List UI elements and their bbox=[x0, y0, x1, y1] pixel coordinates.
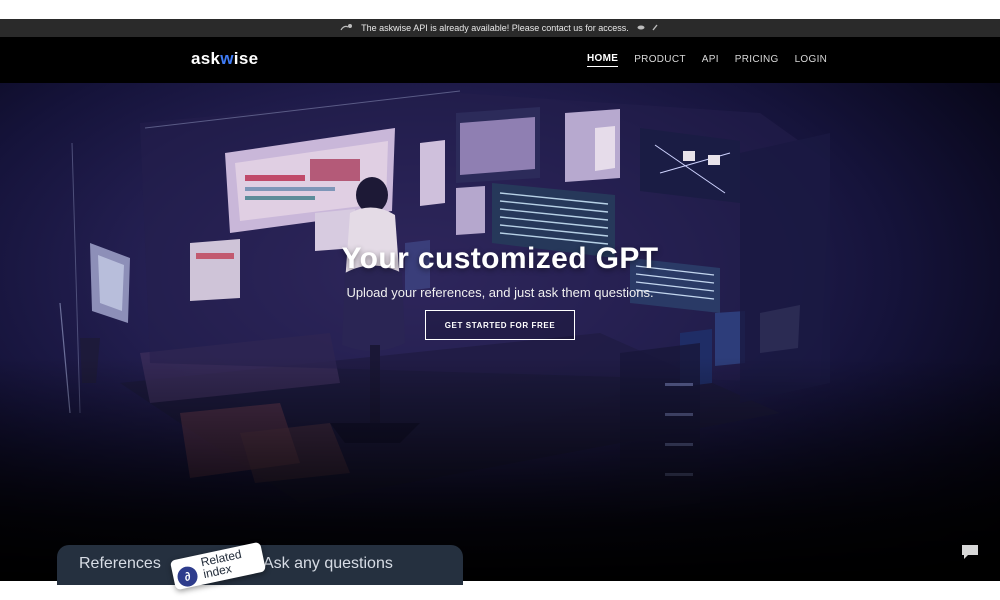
feature-card-ask: Ask any questions bbox=[263, 555, 393, 572]
get-started-button[interactable]: GET STARTED FOR FREE bbox=[425, 310, 575, 340]
chat-bubble-icon bbox=[962, 545, 978, 559]
chat-widget-button[interactable] bbox=[959, 542, 981, 562]
hero-section: Your customized GPT Upload your referenc… bbox=[0, 83, 1000, 581]
nav-link-product[interactable]: PRODUCT bbox=[634, 54, 686, 67]
nav-links: HOME PRODUCT API PRICING LOGIN bbox=[587, 37, 827, 83]
satellite-icon bbox=[340, 23, 354, 34]
logo-text-accent: w bbox=[220, 49, 234, 68]
nav-link-login[interactable]: LOGIN bbox=[795, 54, 828, 67]
hero-title: Your customized GPT bbox=[341, 242, 659, 275]
top-navbar: askwise HOME PRODUCT API PRICING LOGIN bbox=[0, 37, 1000, 83]
nav-link-pricing[interactable]: PRICING bbox=[735, 54, 779, 67]
askwise-logo[interactable]: askwise bbox=[191, 49, 258, 69]
browser-viewport: The askwise API is already available! Pl… bbox=[0, 19, 1000, 581]
signal-icon bbox=[636, 23, 660, 34]
announcement-text: The askwise API is already available! Pl… bbox=[361, 23, 629, 33]
nav-link-home[interactable]: HOME bbox=[587, 53, 619, 67]
announcement-bar: The askwise API is already available! Pl… bbox=[0, 19, 1000, 37]
hero-subtitle: Upload your references, and just ask the… bbox=[346, 285, 654, 300]
logo-text-start: ask bbox=[191, 49, 221, 68]
link-icon: ∂ bbox=[175, 564, 200, 589]
page: The askwise API is already available! Pl… bbox=[0, 0, 1000, 600]
nav-link-api[interactable]: API bbox=[702, 54, 719, 67]
feature-card-references: References bbox=[79, 555, 161, 572]
logo-text-end: ise bbox=[233, 49, 259, 68]
